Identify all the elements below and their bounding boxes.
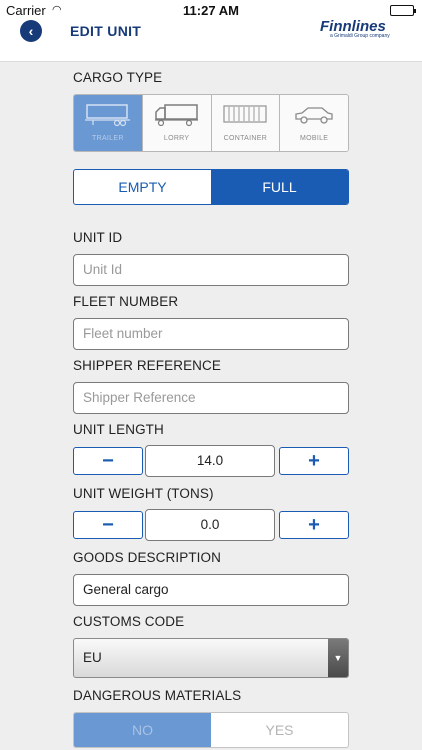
shipper-reference-label: SHIPPER REFERENCE [73,358,221,373]
unit-length-decrease-button[interactable]: − [73,447,143,475]
status-time: 11:27 AM [183,3,239,18]
full-option[interactable]: FULL [211,170,348,204]
customs-code-value: EU [83,650,102,665]
edit-unit-form: CARGO TYPE TRAILER LORRY CONTAINER MOBIL… [0,62,422,750]
dropdown-arrow-icon: ▼ [328,639,348,677]
car-icon [295,107,333,124]
customs-code-select[interactable]: EU ▼ [73,638,349,678]
chevron-left-icon: ‹ [28,23,34,39]
fleet-number-label: FLEET NUMBER [73,294,179,309]
fleet-number-input[interactable]: Fleet number [73,318,349,350]
battery-icon [390,5,416,16]
unit-weight-decrease-button[interactable]: − [73,511,143,539]
cargo-type-lorry[interactable]: LORRY [142,95,212,151]
load-status-toggle: EMPTY FULL [73,169,349,205]
cargo-type-trailer[interactable]: TRAILER [74,95,143,151]
unit-length-value[interactable]: 14.0 [145,445,275,477]
container-icon [223,105,268,123]
cargo-type-trailer-label: TRAILER [92,135,124,142]
unit-length-increase-button[interactable]: + [279,447,349,475]
goods-description-input[interactable]: General cargo [73,574,349,606]
nav-bar: ‹ EDIT UNIT Finnlines a Grimaldi Group c… [0,18,422,62]
unit-weight-label: UNIT WEIGHT (TONS) [73,486,214,501]
cargo-type-mobile-label: MOBILE [299,135,329,142]
dangerous-no-option[interactable]: NO [74,713,211,747]
cargo-type-selector: TRAILER LORRY CONTAINER MOBILE [73,94,349,152]
brand-logo: Finnlines a Grimaldi Group company [320,18,406,44]
empty-option[interactable]: EMPTY [74,170,211,204]
dangerous-materials-toggle: NO YES [73,712,349,748]
dangerous-materials-label: DANGEROUS MATERIALS [73,688,242,703]
brand-subtitle: a Grimaldi Group company [330,33,390,39]
trailer-icon [84,104,130,127]
cargo-type-mobile[interactable]: MOBILE [280,95,348,151]
unit-weight-value[interactable]: 0.0 [145,509,275,541]
unit-id-label: UNIT ID [73,230,123,245]
status-bar: Carrier ◠ 11:27 AM [0,0,422,20]
cargo-type-container[interactable]: CONTAINER [211,95,281,151]
goods-description-label: GOODS DESCRIPTION [73,550,221,565]
page-title: EDIT UNIT [70,23,142,39]
cargo-type-container-label: CONTAINER [223,135,268,142]
shipper-reference-input[interactable]: Shipper Reference [73,382,349,414]
back-button[interactable]: ‹ [20,20,42,42]
unit-length-label: UNIT LENGTH [73,422,164,437]
lorry-icon [154,104,198,127]
unit-weight-increase-button[interactable]: + [279,511,349,539]
customs-code-label: CUSTOMS CODE [73,614,185,629]
cargo-type-lorry-label: LORRY [163,135,190,142]
unit-id-input[interactable]: Unit Id [73,254,349,286]
cargo-type-label: CARGO TYPE [73,70,163,85]
dangerous-yes-option[interactable]: YES [211,713,348,747]
